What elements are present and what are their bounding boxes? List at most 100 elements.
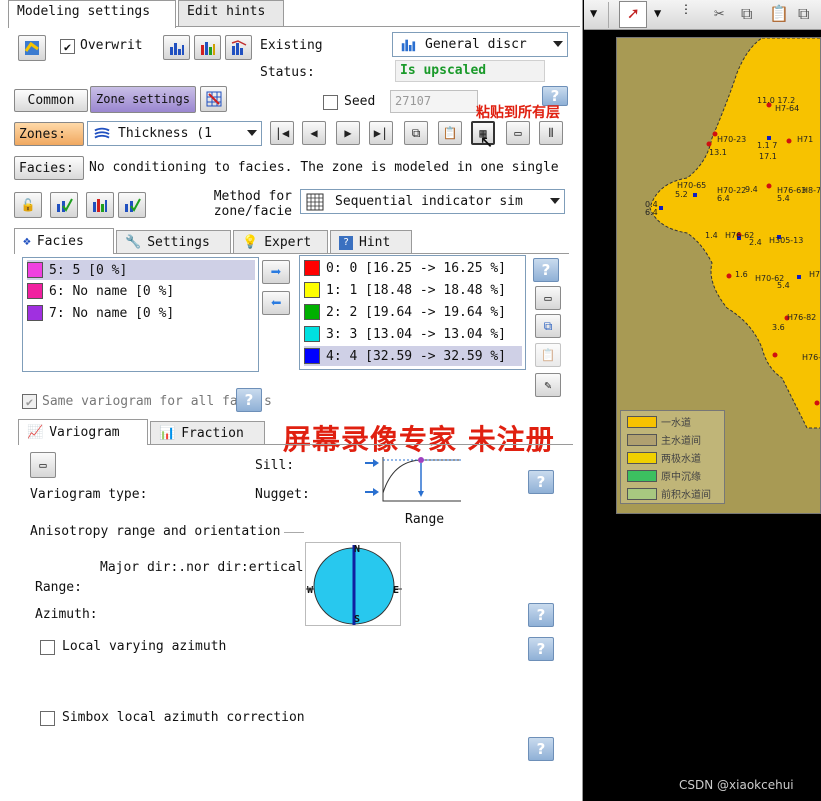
first-icon: |◀	[274, 126, 290, 140]
tab-variogram-label: Variogram	[49, 425, 120, 440]
list-item[interactable]: 5: 5 [0 %]	[27, 260, 255, 280]
last-zone-button[interactable]: ▶|	[369, 121, 393, 145]
model-icon-button[interactable]	[18, 35, 46, 61]
cut-icon[interactable]: ✂	[714, 4, 724, 24]
map-label: H8-79	[802, 186, 821, 195]
lock-button[interactable]: 🔓	[14, 192, 42, 218]
overwrite-checkbox[interactable]: ✔	[60, 39, 75, 54]
nugget-label: Nugget:	[255, 487, 310, 502]
map-label: 5.4	[777, 194, 790, 203]
help-icon[interactable]: ?	[236, 388, 262, 412]
available-facies-list[interactable]: 5: 5 [0 %] 6: No name [0 %] 7: No name […	[22, 257, 259, 372]
seed-checkbox[interactable]	[323, 95, 338, 110]
columns-button[interactable]: ⫴	[539, 121, 563, 145]
tab-modeling-settings[interactable]: Modeling settings	[8, 0, 176, 28]
move-right-button[interactable]: ➡	[262, 260, 290, 284]
common-button[interactable]: Common	[14, 89, 88, 112]
simbox-checkbox[interactable]	[40, 711, 55, 726]
edit-icon: ✎	[544, 378, 552, 392]
histogram-button[interactable]	[163, 35, 190, 60]
tab-expert[interactable]: 💡 Expert	[233, 230, 328, 254]
tab-edit-hints[interactable]: Edit hints	[178, 0, 284, 26]
zone-grid-button[interactable]	[200, 86, 227, 112]
copy-alt-icon[interactable]: ⧉	[798, 4, 809, 24]
azimuth-compass[interactable]: N S E W	[305, 542, 402, 626]
prev-zone-button[interactable]: ◀	[302, 121, 326, 145]
paste-facies-button[interactable]: 📋	[535, 343, 561, 367]
map-window: ▼ ➚ ▼ ⋮ ✂ ⧉ 📋 ⧉ 11.0 17.2 H7-64 H70-23 1…	[584, 0, 821, 801]
edit-facies-button[interactable]: ✎	[535, 373, 561, 397]
general-discrete-combo[interactable]: General discr	[392, 32, 568, 57]
list-item[interactable]: 0: 0 [16.25 -> 16.25 %]	[304, 258, 506, 278]
move-left-button[interactable]: ⬅	[262, 291, 290, 315]
legend-swatch	[627, 433, 657, 446]
mouse-cursor-icon: ↖	[480, 128, 494, 153]
help-icon[interactable]: ?	[528, 737, 554, 761]
list-item[interactable]: 2: 2 [19.64 -> 19.64 %]	[304, 302, 506, 322]
help-icon[interactable]: ?	[528, 470, 554, 494]
legend-item: 前积水道间	[627, 485, 711, 502]
method-combo[interactable]: Sequential indicator sim	[300, 189, 565, 214]
chart-stats-button[interactable]	[86, 192, 114, 218]
help-icon[interactable]: ?	[528, 603, 554, 627]
dropdown-arrow-icon[interactable]: ▼	[590, 6, 597, 20]
toolbar-overflow-icon[interactable]: ⋮	[680, 3, 692, 15]
paste-button[interactable]: 📋	[438, 121, 462, 145]
list-item[interactable]: 4: 4 [32.59 -> 32.59 %]	[304, 346, 522, 366]
tab-hint[interactable]: ? Hint	[330, 230, 412, 254]
legend-label: 主水道间	[661, 436, 701, 447]
selected-facies-list[interactable]: 0: 0 [16.25 -> 16.25 %] 1: 1 [18.48 -> 1…	[299, 255, 526, 370]
legend-swatch	[627, 451, 657, 464]
tab-variogram[interactable]: 📈 Variogram	[18, 419, 148, 445]
tab-settings[interactable]: 🔧 Settings	[116, 230, 231, 254]
map-label: H7-64	[775, 104, 800, 113]
settings-icon: 🔧	[125, 235, 142, 250]
chart-icon	[169, 42, 184, 55]
new-variogram-button[interactable]: ▭	[30, 452, 56, 478]
list-item[interactable]: 3: 3 [13.04 -> 13.04 %]	[304, 324, 506, 344]
tab-facies[interactable]: ❖ Facies	[14, 228, 114, 254]
zones-combo[interactable]: Thickness (1	[87, 121, 262, 146]
list-item[interactable]: 7: No name [0 %]	[27, 303, 174, 323]
same-variogram-checkbox[interactable]: ✔	[22, 394, 37, 409]
list-item[interactable]: 6: No name [0 %]	[27, 281, 174, 301]
bar-chart-icon	[200, 41, 215, 55]
paste-icon[interactable]: 📋	[769, 4, 789, 23]
chevron-down-icon	[550, 198, 560, 204]
first-zone-button[interactable]: |◀	[270, 121, 294, 145]
legend-label: 一水道	[661, 418, 691, 429]
divider	[284, 532, 304, 533]
stats-button[interactable]	[225, 35, 252, 60]
copy-facies-button[interactable]: ⧉	[535, 314, 561, 338]
chart-check2-button[interactable]	[118, 192, 146, 218]
copy-button[interactable]: ⧉	[404, 121, 428, 145]
next-zone-button[interactable]: ▶	[336, 121, 360, 145]
new-page-icon: ▭	[39, 458, 47, 472]
list-item[interactable]: 1: 1 [18.48 -> 18.48 %]	[304, 280, 506, 300]
facies-color-swatch	[27, 262, 43, 278]
tab-fraction[interactable]: 📊 Fraction	[150, 421, 265, 445]
pointer-tool-button[interactable]: ➚	[619, 1, 647, 28]
legend-item: 一水道	[627, 413, 691, 430]
status-value: Is upscaled	[395, 60, 545, 82]
help-icon[interactable]: ?	[528, 637, 554, 661]
bar-chart-button[interactable]	[194, 35, 221, 60]
copy-icon[interactable]: ⧉	[741, 4, 752, 24]
next-icon: ▶	[344, 126, 352, 140]
zone-settings-button[interactable]: Zone settings	[90, 86, 196, 113]
zones-button[interactable]: Zones:	[14, 122, 84, 146]
new-button[interactable]: ▭	[506, 121, 530, 145]
local-azimuth-checkbox[interactable]	[40, 640, 55, 655]
legend-label: 原中沉缘	[661, 472, 701, 483]
facies-map[interactable]: 11.0 17.2 H7-64 H70-23 1.1 7 H71 13.1 17…	[616, 37, 821, 514]
dropdown-arrow-icon[interactable]: ▼	[654, 6, 661, 20]
facies-cond-button[interactable]: Facies:	[14, 156, 84, 180]
last-icon: ▶|	[373, 126, 389, 140]
new-facies-button[interactable]: ▭	[535, 286, 561, 310]
copy-icon: ⧉	[411, 125, 421, 140]
seed-input[interactable]: 27107	[390, 90, 478, 113]
map-label: H305-13	[769, 236, 804, 245]
paste-all-layers-annotation: 粘贴到所有层	[476, 105, 560, 121]
model-check-button[interactable]	[50, 192, 78, 218]
help-icon[interactable]: ?	[533, 258, 559, 282]
